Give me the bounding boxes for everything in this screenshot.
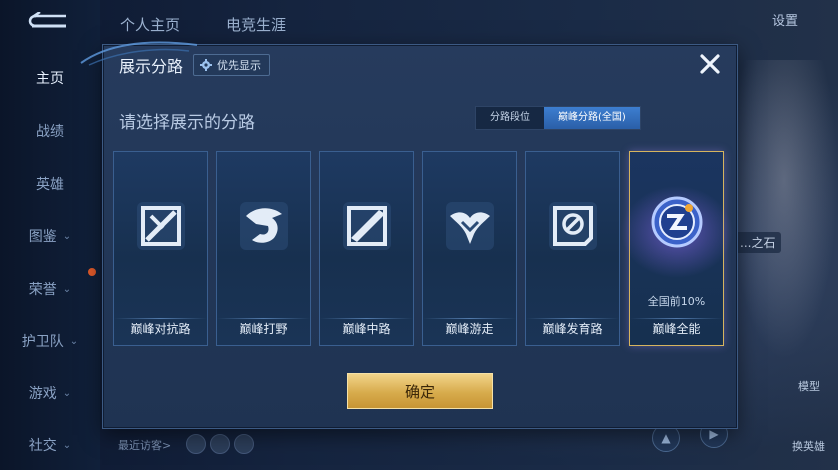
- chevron-down-icon: ⌄: [62, 439, 72, 451]
- lane-card-farm[interactable]: 巅峰发育路: [525, 151, 620, 346]
- nav-label: 游戏: [28, 386, 57, 402]
- tab-profile[interactable]: 个人主页: [120, 14, 180, 35]
- nav-label: 社交: [28, 438, 57, 454]
- card-label: 巅峰发育路: [542, 322, 603, 336]
- nav-item-guard-team[interactable]: 护卫队 ⌄: [0, 331, 100, 351]
- card-divider: [114, 318, 207, 319]
- rank-percentage: 全国前10%: [647, 295, 706, 308]
- all-round-icon: [651, 196, 703, 248]
- card-divider: [423, 318, 516, 319]
- card-label: 巅峰对抗路: [130, 322, 191, 336]
- lane-card-mid[interactable]: 巅峰中路: [319, 151, 414, 346]
- nav-label: 战绩: [36, 124, 64, 140]
- card-divider: [526, 318, 619, 319]
- visitor-avatar[interactable]: [234, 434, 254, 454]
- jungle-icon: [240, 202, 288, 250]
- model-label[interactable]: 模型: [798, 378, 820, 394]
- close-icon: [700, 54, 720, 74]
- lane-mode-switch: 分路段位 巅峰分路(全国): [475, 106, 641, 130]
- notification-dot: [88, 268, 96, 276]
- nav-item-social[interactable]: 社交 ⌄: [0, 435, 100, 455]
- nav-label: 图鉴: [28, 229, 57, 245]
- dialog-title: 展示分路: [119, 57, 184, 76]
- mid-lane-icon: [343, 202, 391, 250]
- nav-item-honor[interactable]: 荣誉 ⌄: [0, 279, 100, 299]
- dialog-header: 展示分路 优先显示: [80, 41, 737, 85]
- chevron-down-icon: ⌄: [62, 230, 72, 242]
- nav-item-gallery[interactable]: 图鉴 ⌄: [0, 226, 100, 246]
- lane-card-clash[interactable]: 巅峰对抗路: [113, 151, 208, 346]
- nav-label: 护卫队: [21, 334, 64, 350]
- card-divider: [217, 318, 310, 319]
- hero-figure-image: [730, 60, 838, 360]
- change-hero-label[interactable]: 换英雄: [792, 438, 825, 454]
- close-button[interactable]: [697, 51, 723, 77]
- tab-peak-lane-national[interactable]: 巅峰分路(全国): [544, 107, 640, 129]
- nav-label: 主页: [36, 71, 64, 87]
- nav-item-game[interactable]: 游戏 ⌄: [0, 383, 100, 403]
- card-label: 巅峰游走: [445, 322, 494, 336]
- gear-icon: [200, 59, 212, 71]
- nav-item-home[interactable]: 主页: [0, 68, 100, 88]
- chevron-down-icon: ⌄: [62, 283, 72, 295]
- nav-label: 英雄: [36, 177, 64, 193]
- dialog-subtitle: 请选择展示的分路: [119, 113, 255, 133]
- tab-lane-rank[interactable]: 分路段位: [476, 107, 544, 129]
- lane-card-jungle[interactable]: 巅峰打野: [216, 151, 311, 346]
- recent-visitors-link[interactable]: 最近访客>: [118, 437, 171, 453]
- visitor-avatar[interactable]: [186, 434, 206, 454]
- lane-display-dialog: 展示分路 优先显示 请选择展示的分路 分路段位 巅峰分路(全国) 巅峰对抗路 巅…: [80, 41, 738, 429]
- back-arrow-icon[interactable]: [26, 12, 68, 32]
- settings-button[interactable]: 设置: [772, 10, 798, 29]
- card-divider: [320, 318, 413, 319]
- tab-esports-career[interactable]: 电竞生涯: [226, 14, 286, 35]
- chevron-down-icon: ⌄: [62, 387, 72, 399]
- priority-display-button[interactable]: 优先显示: [193, 54, 270, 76]
- priority-label: 优先显示: [217, 59, 261, 72]
- card-label: 巅峰全能: [652, 322, 701, 336]
- lane-card-all-round[interactable]: 全国前10% 巅峰全能: [616, 151, 738, 346]
- visitor-avatar[interactable]: [210, 434, 230, 454]
- nav-item-records[interactable]: 战绩: [0, 121, 100, 141]
- card-label: 巅峰中路: [342, 322, 391, 336]
- side-tag: ...之石: [734, 232, 782, 253]
- chevron-down-icon: ⌄: [69, 335, 79, 347]
- roam-icon: [446, 202, 494, 250]
- farm-lane-icon: [549, 202, 597, 250]
- card-label: 巅峰打野: [239, 322, 288, 336]
- clash-lane-icon: [137, 202, 185, 250]
- nav-label: 荣誉: [28, 282, 57, 298]
- card-divider: [630, 318, 723, 319]
- nav-item-heroes[interactable]: 英雄: [0, 174, 100, 194]
- lane-card-roam[interactable]: 巅峰游走: [422, 151, 517, 346]
- left-navigation: 主页 战绩 英雄 图鉴 ⌄ 荣誉 ⌄ 护卫队 ⌄ 游戏 ⌄ 社交 ⌄: [0, 0, 100, 470]
- confirm-button[interactable]: 确定: [347, 373, 493, 409]
